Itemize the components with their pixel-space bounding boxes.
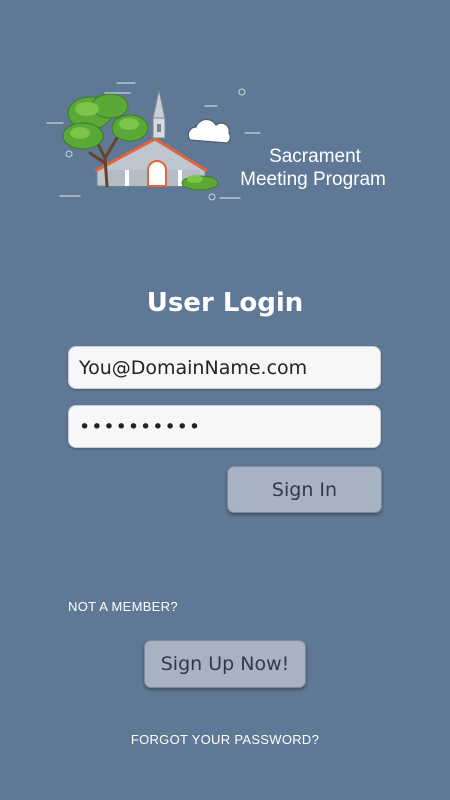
sign-up-button[interactable]: Sign Up Now!	[144, 640, 306, 688]
not-member-link[interactable]: NOT A MEMBER?	[68, 599, 178, 614]
password-field[interactable]: ••••••••••	[68, 405, 381, 448]
email-field[interactable]: You@DomainName.com	[68, 346, 381, 389]
page-title: User Login	[146, 288, 304, 318]
sign-in-button[interactable]: Sign In	[227, 466, 382, 513]
app-title-line2: Meeting Program	[240, 169, 386, 190]
app-title-line1: Sacrament	[269, 146, 361, 167]
forgot-password-link[interactable]: FORGOT YOUR PASSWORD?	[0, 732, 450, 747]
